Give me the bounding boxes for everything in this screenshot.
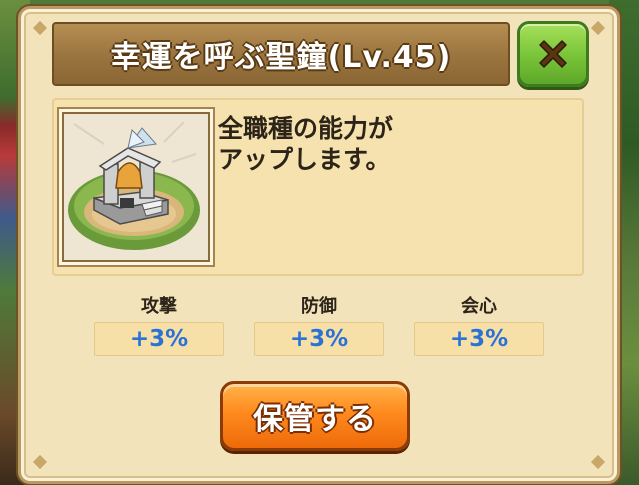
close-x-icon: [539, 40, 567, 68]
store-button[interactable]: 保管する: [220, 381, 410, 451]
title-bar: 幸運を呼ぶ聖鐘(Lv.45): [52, 22, 510, 86]
corner-ornament: [32, 454, 48, 470]
item-image-frame: [62, 112, 210, 262]
dialog-title: 幸運を呼ぶ聖鐘(Lv.45): [110, 40, 452, 75]
stat-value-attack: +3%: [94, 322, 224, 356]
corner-ornament: [590, 454, 606, 470]
stat-label-critical: 会心: [461, 296, 497, 317]
corner-ornament: [590, 20, 606, 36]
holy-bell-shrine-icon: [64, 114, 208, 260]
corner-ornament: [32, 20, 48, 36]
description-line: 全職種の能力が: [218, 114, 394, 143]
stat-value-critical: +3%: [414, 322, 544, 356]
stat-value-defense: +3%: [254, 322, 384, 356]
store-button-label: 保管する: [253, 402, 377, 437]
close-button[interactable]: [517, 21, 589, 87]
stat-label-attack: 攻撃: [141, 296, 177, 317]
stat-label-defense: 防御: [301, 296, 337, 317]
item-description: 全職種の能力が アップします。: [218, 113, 558, 175]
description-line: アップします。: [218, 145, 391, 174]
